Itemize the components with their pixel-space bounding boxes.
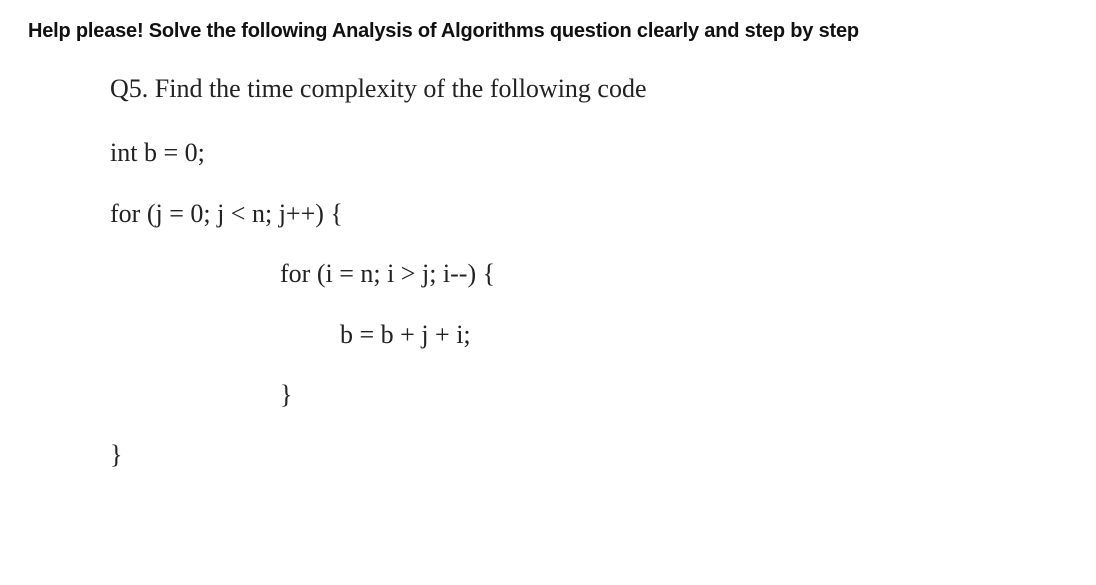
code-line-4: b = b + j + i; <box>110 317 1068 353</box>
code-line-1: int b = 0; <box>110 135 1068 171</box>
question-content: Q5. Find the time complexity of the foll… <box>28 71 1068 474</box>
code-line-3: for (i = n; i > j; i--) { <box>110 256 1068 292</box>
instruction-header: Help please! Solve the following Analysi… <box>28 20 1068 43</box>
code-line-5: } <box>110 377 1068 413</box>
question-title: Q5. Find the time complexity of the foll… <box>110 71 1068 107</box>
code-line-6: } <box>110 437 1068 473</box>
code-line-2: for (j = 0; j < n; j++) { <box>110 196 1068 232</box>
